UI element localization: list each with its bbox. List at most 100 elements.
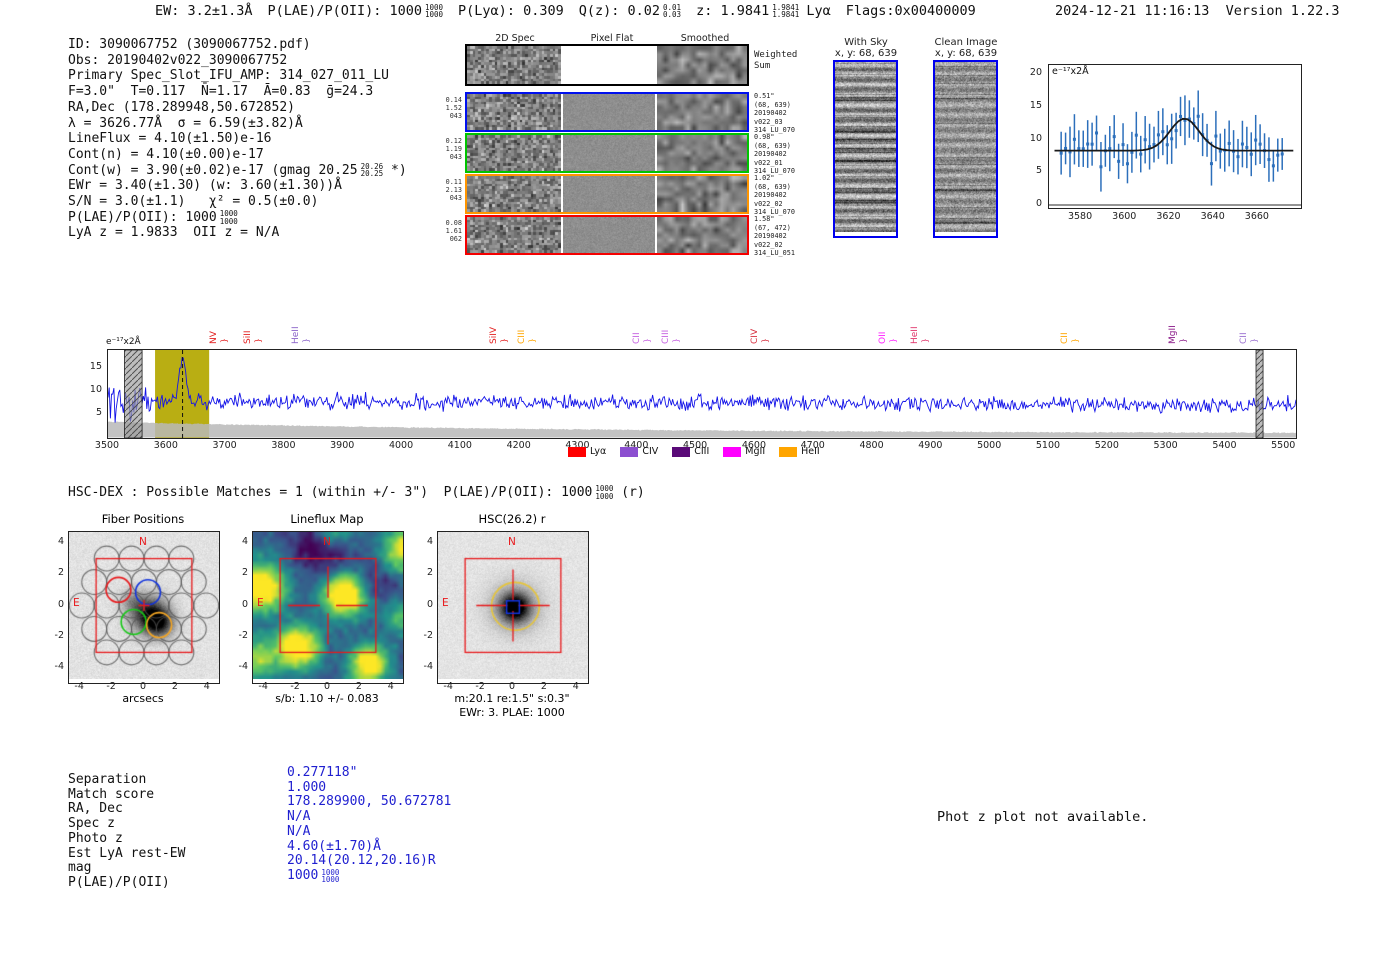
cutout-ytick: -4: [238, 661, 248, 673]
cutout-ytick: 4: [426, 535, 433, 547]
fiber-xlabel: arcsecs: [122, 692, 164, 705]
emission-line-brace: {: [1250, 338, 1259, 344]
cutout-ytick: -2: [238, 629, 248, 641]
legend-item-ciii: CIII: [672, 446, 709, 457]
emission-line-label-cii: CII: [632, 332, 643, 344]
cutout-xtick: 0: [139, 681, 147, 692]
legend-swatch: [779, 446, 798, 457]
match-table-values: 0.277118" 1.000 178.289900, 50.672781 N/…: [287, 765, 452, 884]
fiber3-smoothed-image: [657, 176, 747, 212]
header-line: EW: 3.2±1.3Å P(LAE)/P(OII): 1000 1000 1000…: [155, 3, 976, 19]
hsc-cutout-title: HSC(26.2) r: [478, 512, 546, 526]
clean-image-frame: [933, 60, 998, 238]
spectrum-xtick: 3500: [94, 440, 120, 451]
hsc-dex-line: HSC-DEX : Possible Matches = 1 (within +…: [68, 484, 645, 501]
cutout-ytick: 0: [57, 598, 64, 610]
col-header-smoothed: Smoothed: [680, 33, 730, 44]
info-lambda: λ = 3626.77Å σ = 6.59(±3.82)Å: [68, 115, 303, 131]
fiber4-weights: 0.08 1.61 062: [445, 219, 462, 244]
withsky-title: With Sky: [844, 37, 888, 48]
info-cont-n: Cont(n) = 4.10(±0.00)e-17: [68, 146, 264, 162]
info-sn-chi2: S/N = 3.0(±1.1) χ² = 0.5(±0.0): [68, 194, 319, 210]
elixer-report-page: EW: 3.2±1.3Å P(LAE)/P(OII): 1000 1000 1000…: [0, 0, 1400, 953]
cutout-xtick: -2: [475, 681, 485, 692]
legend-item-mgii: MgII: [723, 446, 765, 457]
fiber1-pixelflat-image: [563, 94, 655, 130]
spectrum-xtick: 4000: [388, 440, 414, 451]
legend-label: CIII: [694, 446, 710, 457]
line-fit-plot: [1049, 90, 1301, 206]
spectrum-legend: Lyα CIV CIII MgII HeII: [568, 446, 820, 457]
row-label-radec: RA, Dec: [68, 801, 123, 817]
col-header-pixelflat: Pixel Flat: [590, 33, 634, 44]
row-value-separation: 0.277118": [287, 765, 358, 780]
spectrum-ytick: 15: [89, 361, 102, 373]
emission-line-brace: {: [643, 338, 653, 344]
line-fit-ytick: 15: [1029, 99, 1042, 111]
lineflux-map-frame: [252, 531, 404, 684]
hsc-compass-n: N: [508, 536, 516, 548]
row-label-match-score: Match score: [68, 786, 155, 802]
spectrum-xtick: 5500: [1271, 440, 1296, 451]
lineflux-xlabel: s/b: 1.10 +/- 0.083: [275, 692, 379, 705]
spectrum-xtick: 3900: [330, 440, 355, 451]
row-label-est-lya-ew: Est LyA rest-EW: [68, 845, 186, 861]
fiber-positions-title: Fiber Positions: [101, 512, 185, 526]
legend-item-heii: HeII: [779, 446, 820, 457]
header-datetime-version: 2024-12-21 11:16:13 Version 1.22.3: [1055, 3, 1340, 19]
cutout-ytick: 2: [241, 567, 248, 579]
fiber-positions-image: [69, 532, 219, 679]
info-obs: Obs: 20190402v022_3090067752: [68, 52, 288, 68]
spectrum-xtick: 3600: [153, 440, 178, 451]
row-value-match-score: 1.000: [287, 779, 327, 795]
legend-swatch: [672, 446, 691, 457]
header-qz: Q(z): 0.02 0.01 0.03: [578, 2, 682, 19]
emission-line-label-heii: HeII: [290, 326, 301, 344]
spectrum-xtick: 3800: [271, 440, 296, 451]
fiber1-2dspec-image: [467, 94, 561, 130]
fiber4-2dspec-image: [467, 217, 561, 253]
spectrum-xtick: 4100: [447, 440, 472, 451]
emission-line-brace: {: [921, 338, 931, 344]
fiber1-smoothed-image: [657, 94, 747, 130]
fiber3-2dspec-image: [467, 176, 561, 212]
lineflux-map-title: Lineflux Map: [290, 512, 364, 526]
header-ew: EW: 3.2±1.3Å: [155, 3, 253, 19]
emission-line-label-cii: CII: [1239, 332, 1249, 344]
legend-swatch: [620, 446, 639, 457]
spectrum-xtick: 5400: [1212, 440, 1237, 451]
emission-line-label-ciii: CIII: [660, 329, 671, 344]
col-header-2dspec: 2D Spec: [495, 33, 535, 44]
info-seeing: F=3.0" T=0.117 N̄=1.17 Ā=0.83 ḡ=24.3: [68, 84, 374, 100]
fiber2-smoothed-image: [657, 135, 747, 171]
spectrum-ylabel: e⁻¹⁷x2Å: [106, 337, 141, 347]
info-cont-w: Cont(w) = 3.90(±0.02)e-17 (gmag 20.25 20.…: [68, 161, 407, 179]
header-z: z: 1.9841 1.9841 1.9841: [696, 2, 800, 19]
fiber-positions-frame: [68, 531, 220, 684]
cutout-ytick: 0: [426, 598, 433, 610]
spectrum-ytick: 5: [95, 407, 102, 419]
emission-line-label-ciii: CIII: [516, 329, 527, 344]
line-fit-xtick: 3660: [1244, 211, 1269, 222]
emission-line-label-cii: CII: [1060, 332, 1071, 344]
emission-line-brace: {: [499, 338, 509, 344]
hsc-xlabel-2: EWr: 3. PLAE: 1000: [459, 706, 565, 719]
line-fit-xtick: 3580: [1067, 211, 1093, 222]
spectrum-xtick: 5300: [1153, 440, 1178, 451]
cutout-xtick: -2: [290, 681, 300, 692]
info-plae: P(LAE)/P(OII): 1000 1000 1000: [68, 209, 238, 226]
fiber-compass-n: N: [139, 536, 147, 548]
info-lya-oii-z: LyA z = 1.9833 OII z = N/A: [68, 225, 280, 241]
clean-title: Clean Image: [934, 37, 998, 48]
cutout-xtick: 2: [171, 681, 178, 692]
emission-line-label-nv: NV: [208, 331, 219, 344]
emission-line-brace: {: [527, 338, 537, 344]
row-value-est-lya-ew: 4.60(±1.70)Å: [287, 838, 381, 854]
legend-item-civ: CIV: [620, 446, 658, 457]
spectrum-xtick: 4800: [859, 440, 884, 451]
row-value-radec: 178.289900, 50.672781: [287, 794, 452, 810]
line-fit-plot-frame: [1048, 64, 1302, 209]
spectrum-xtick: 4900: [918, 440, 943, 451]
fiber2-2dspec-image: [467, 135, 561, 171]
hsc-cutout-image: [438, 532, 588, 679]
